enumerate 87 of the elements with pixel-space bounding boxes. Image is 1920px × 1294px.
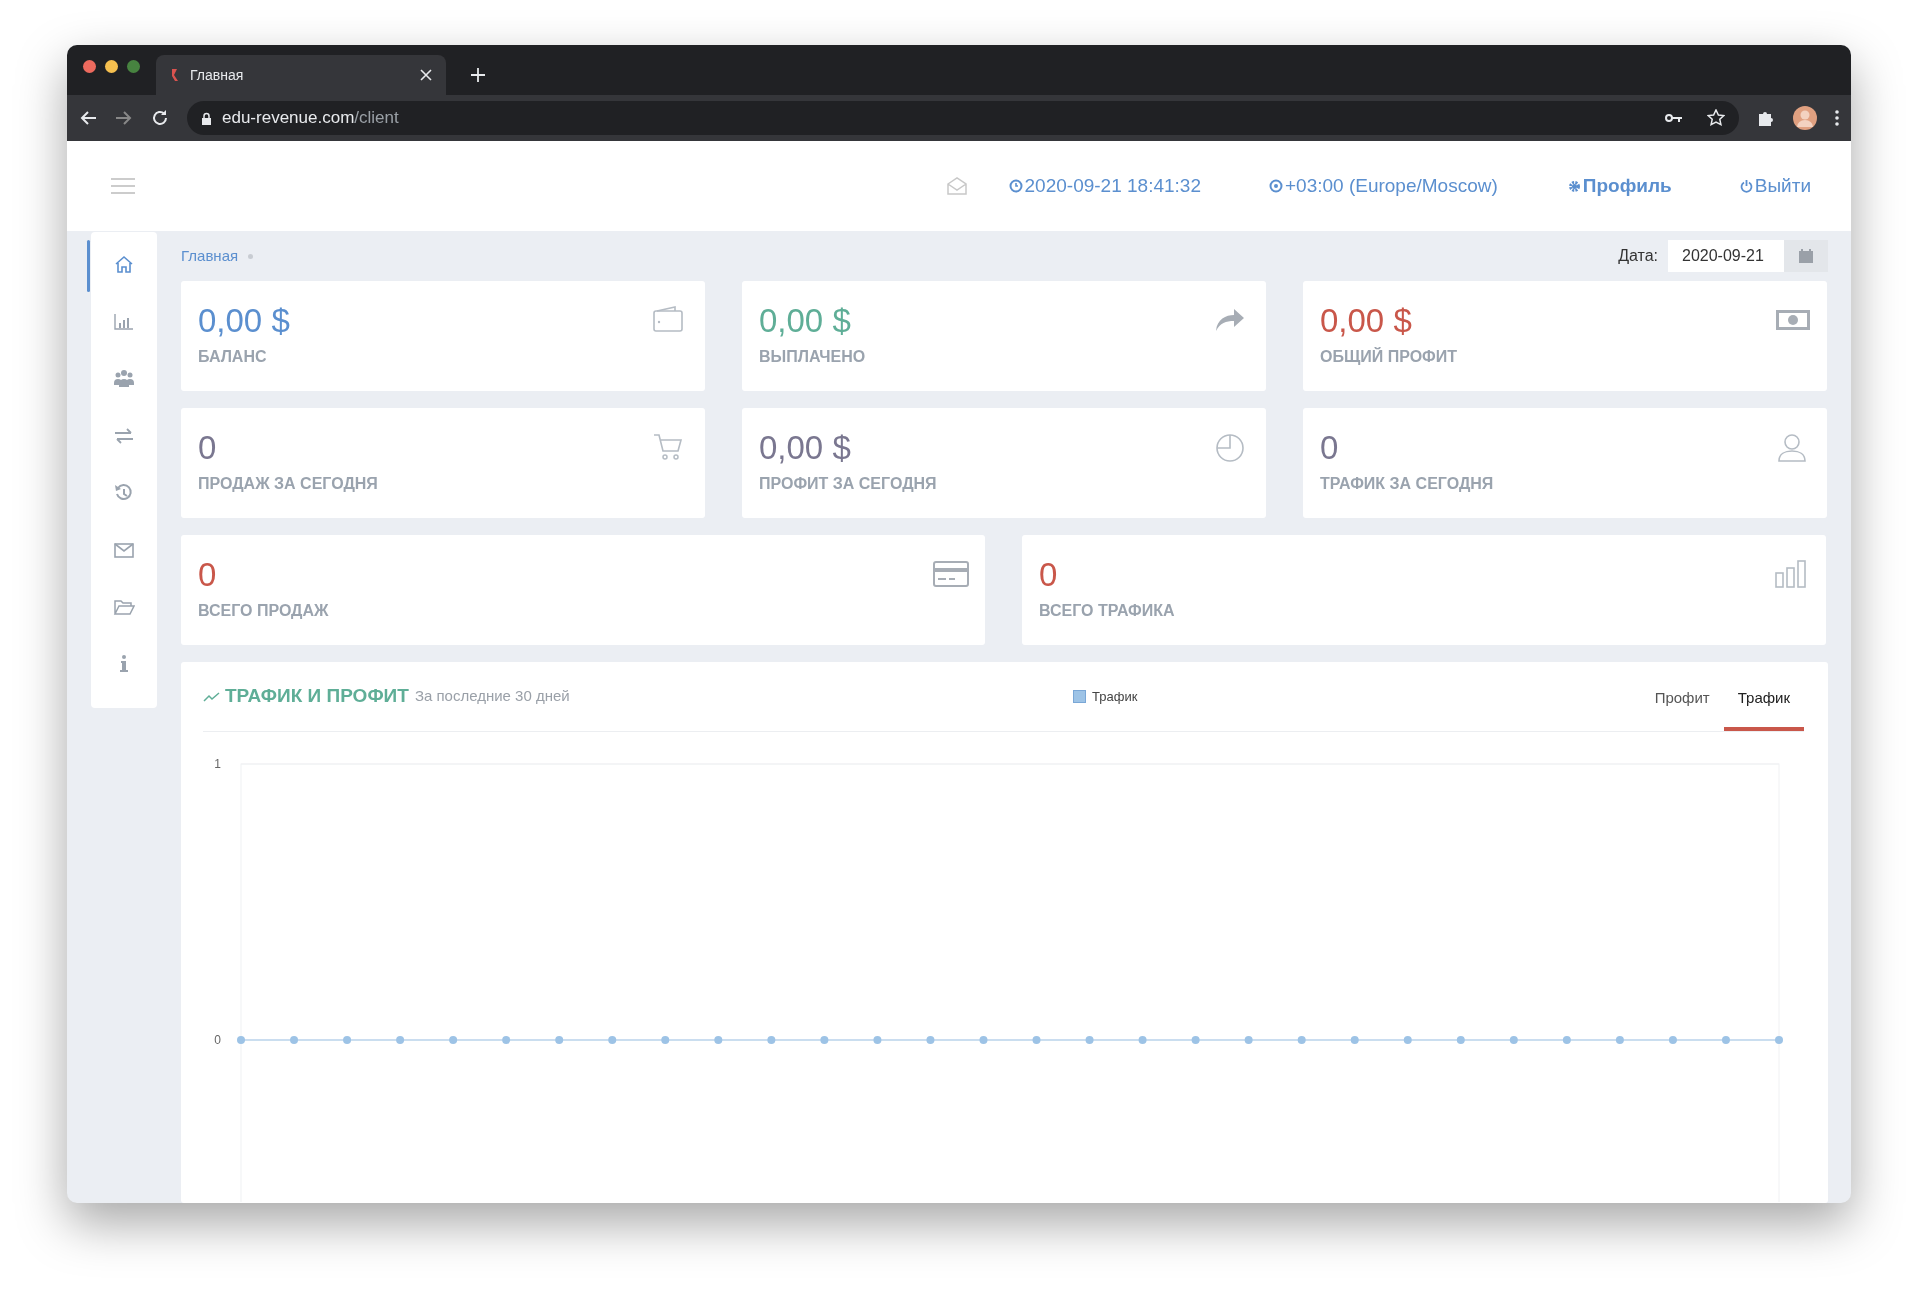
panel-subtitle: За последние 30 дней bbox=[414, 686, 570, 707]
key-icon[interactable] bbox=[1665, 113, 1683, 123]
data-point bbox=[1138, 1036, 1147, 1044]
data-point bbox=[237, 1036, 245, 1044]
clock-icon bbox=[1008, 179, 1023, 193]
users-icon bbox=[113, 367, 135, 390]
minimize-window-button[interactable] bbox=[105, 60, 118, 73]
tab-title: Главная bbox=[190, 65, 245, 85]
menu-icon[interactable] bbox=[1835, 110, 1839, 126]
data-point bbox=[714, 1036, 723, 1044]
star-icon[interactable] bbox=[1707, 109, 1725, 127]
stat-value: 0,00 $ bbox=[759, 430, 851, 467]
data-point bbox=[820, 1036, 829, 1044]
puzzle-icon[interactable] bbox=[1757, 109, 1775, 127]
date-label: Дата: bbox=[1618, 246, 1658, 266]
stat-label: ВСЕГО ПРОДАЖ bbox=[198, 601, 329, 622]
data-point bbox=[343, 1036, 352, 1044]
data-point bbox=[1350, 1036, 1359, 1044]
stat-value: 0,00 $ bbox=[198, 303, 290, 340]
data-point bbox=[1244, 1036, 1253, 1044]
reload-icon[interactable] bbox=[151, 109, 169, 127]
stat-label: ВСЕГО ТРАФИКА bbox=[1039, 601, 1175, 622]
data-point bbox=[1562, 1036, 1571, 1044]
data-point bbox=[979, 1036, 988, 1044]
date-field[interactable]: 2020-09-21 bbox=[1668, 240, 1784, 272]
stat-label: ПРОДАЖ ЗА СЕГОДНЯ bbox=[198, 474, 378, 495]
stat-value: 0 bbox=[198, 557, 217, 594]
trend-line-icon bbox=[203, 691, 221, 702]
avatar-icon[interactable] bbox=[1793, 106, 1817, 130]
stat-label: БАЛАНС bbox=[198, 347, 267, 368]
server-datetime: 2020-09-21 18:41:32 bbox=[1024, 173, 1201, 198]
y-tick-label: 1 bbox=[214, 757, 221, 771]
close-icon[interactable] bbox=[420, 69, 432, 81]
url-text: edu-revenue.com/client bbox=[222, 107, 400, 130]
data-point bbox=[290, 1036, 299, 1044]
gear-icon bbox=[1567, 179, 1581, 193]
data-point bbox=[873, 1036, 882, 1044]
credit-card-icon bbox=[933, 559, 969, 589]
data-point bbox=[1721, 1036, 1730, 1044]
data-point bbox=[1456, 1036, 1465, 1044]
back-icon[interactable] bbox=[79, 109, 97, 127]
data-point bbox=[1668, 1036, 1677, 1044]
favicon-icon bbox=[170, 68, 180, 82]
address-bar[interactable]: edu-revenue.com/client bbox=[187, 101, 1739, 135]
data-point bbox=[1509, 1036, 1518, 1044]
data-point bbox=[1085, 1036, 1094, 1044]
panel-title: ТРАФИК И ПРОФИТ bbox=[225, 684, 409, 709]
stat-value: 0 bbox=[198, 430, 217, 467]
stat-value: 0,00 $ bbox=[759, 303, 851, 340]
stat-value: 0 bbox=[1320, 430, 1339, 467]
data-point bbox=[1191, 1036, 1200, 1044]
chart-tab[interactable]: Трафик bbox=[1723, 672, 1804, 731]
zoom-window-button[interactable] bbox=[127, 60, 140, 73]
data-point bbox=[661, 1036, 670, 1044]
close-window-button[interactable] bbox=[83, 60, 96, 73]
stat-value: 0,00 $ bbox=[1320, 303, 1412, 340]
data-point bbox=[1615, 1036, 1624, 1044]
timezone-label: +03:00 (Europe/Moscow) bbox=[1285, 173, 1498, 198]
stat-label: ВЫПЛАЧЕНО bbox=[759, 347, 866, 368]
forward-icon[interactable] bbox=[115, 109, 133, 127]
stat-label: ПРОФИТ ЗА СЕГОДНЯ bbox=[759, 474, 937, 495]
stat-value: 0 bbox=[1039, 557, 1058, 594]
stat-label: ОБЩИЙ ПРОФИТ bbox=[1320, 346, 1458, 368]
data-point bbox=[1032, 1036, 1041, 1044]
lock-icon bbox=[201, 111, 212, 125]
globe-icon bbox=[1269, 179, 1283, 193]
stat-label: ТРАФИК ЗА СЕГОДНЯ bbox=[1320, 474, 1494, 495]
data-point bbox=[1775, 1036, 1783, 1044]
data-point bbox=[555, 1036, 564, 1044]
breadcrumb-dot-icon bbox=[248, 253, 254, 259]
data-point bbox=[926, 1036, 935, 1044]
new-tab-icon[interactable] bbox=[470, 67, 486, 83]
calendar-icon bbox=[1799, 249, 1813, 263]
data-point bbox=[396, 1036, 405, 1044]
data-point bbox=[449, 1036, 458, 1044]
data-point bbox=[608, 1036, 617, 1044]
data-point bbox=[502, 1036, 511, 1044]
chart-tab[interactable]: Профит bbox=[1640, 672, 1724, 731]
data-point bbox=[1297, 1036, 1306, 1044]
browser-tab[interactable]: Главная bbox=[156, 55, 446, 95]
power-icon bbox=[1739, 179, 1753, 193]
legend-item[interactable]: Трафик bbox=[1073, 686, 1138, 707]
y-tick-label: 0 bbox=[214, 1033, 221, 1047]
data-point bbox=[767, 1036, 776, 1044]
home-icon bbox=[113, 253, 135, 276]
data-point bbox=[1403, 1036, 1412, 1044]
calendar-button[interactable] bbox=[1784, 240, 1828, 272]
